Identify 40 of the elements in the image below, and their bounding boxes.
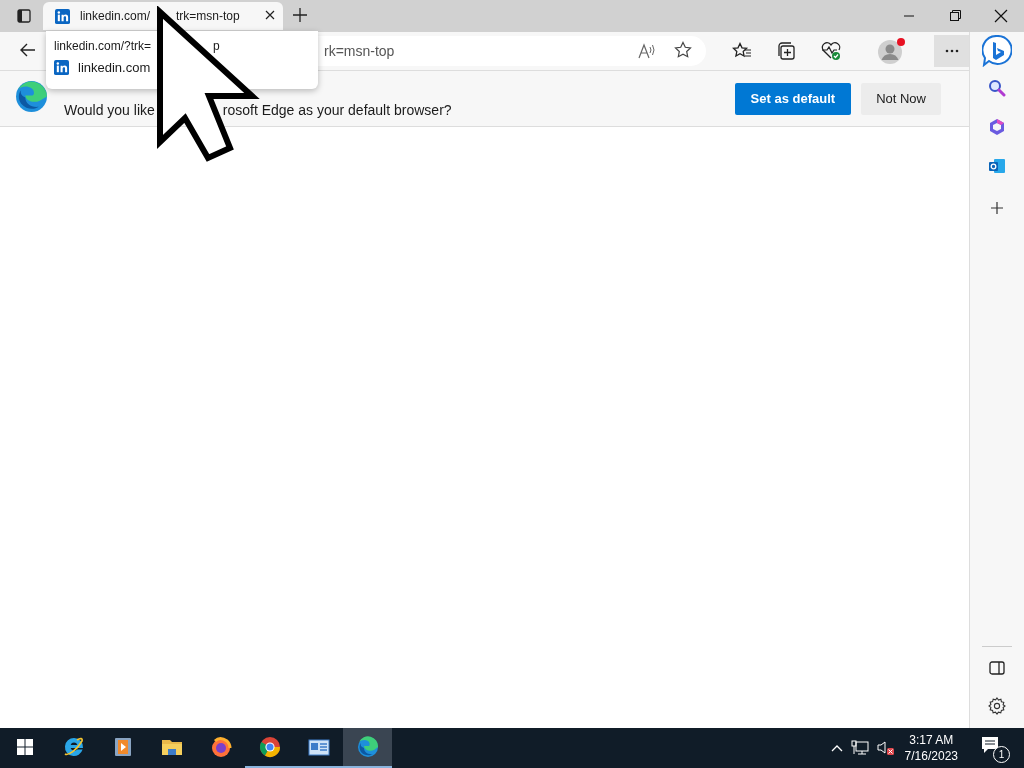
browser-tab[interactable]: linkedin.com/ trk=msn-top xyxy=(43,2,283,30)
back-icon[interactable] xyxy=(20,43,36,57)
tab-title: linkedin.com/ xyxy=(80,9,151,23)
collections-icon[interactable] xyxy=(776,41,797,61)
edge-logo-icon xyxy=(15,80,48,113)
chevron-up-icon[interactable] xyxy=(830,744,843,752)
chrome-icon xyxy=(257,735,282,759)
set-default-button[interactable]: Set as default xyxy=(734,82,852,115)
notification-count: 1 xyxy=(993,746,1010,763)
clock-date: 7/16/2023 xyxy=(904,748,958,764)
close-icon[interactable] xyxy=(265,10,275,20)
favorites-icon[interactable] xyxy=(732,42,753,60)
banner-message: Would you like xyxy=(64,100,155,119)
linkedin-icon xyxy=(55,8,70,24)
edge-icon xyxy=(355,735,380,759)
clock-time: 3:17 AM xyxy=(909,732,954,748)
outlook-icon[interactable] xyxy=(988,157,1006,175)
profile-avatar-icon[interactable] xyxy=(878,40,903,64)
sidebar-toggle-icon[interactable] xyxy=(17,9,31,23)
read-aloud-icon[interactable] xyxy=(638,42,657,59)
tooltip-url: p xyxy=(213,39,220,53)
bing-chat-icon[interactable] xyxy=(982,35,1012,67)
star-icon[interactable] xyxy=(674,40,693,59)
more-icon xyxy=(944,49,959,53)
settings-icon[interactable] xyxy=(988,697,1006,715)
tab-title: trk=msn-top xyxy=(176,9,240,23)
search-icon[interactable] xyxy=(988,79,1006,97)
linkedin-icon xyxy=(54,60,69,75)
tooltip-url: linkedin.com/?trk= xyxy=(54,39,152,53)
add-icon[interactable] xyxy=(990,201,1004,215)
health-icon[interactable] xyxy=(820,41,843,61)
notifications-button[interactable]: 1 xyxy=(978,733,1010,763)
split-screen-icon[interactable] xyxy=(989,661,1005,675)
new-tab-icon[interactable] xyxy=(293,7,307,22)
network-icon[interactable] xyxy=(850,740,869,756)
office-icon[interactable] xyxy=(988,118,1006,136)
not-now-button[interactable]: Not Now xyxy=(861,82,941,115)
muted-speaker-icon[interactable] xyxy=(876,740,895,756)
start-icon[interactable] xyxy=(16,739,33,755)
banner-message: rosoft Edge as your default browser? xyxy=(222,100,452,119)
